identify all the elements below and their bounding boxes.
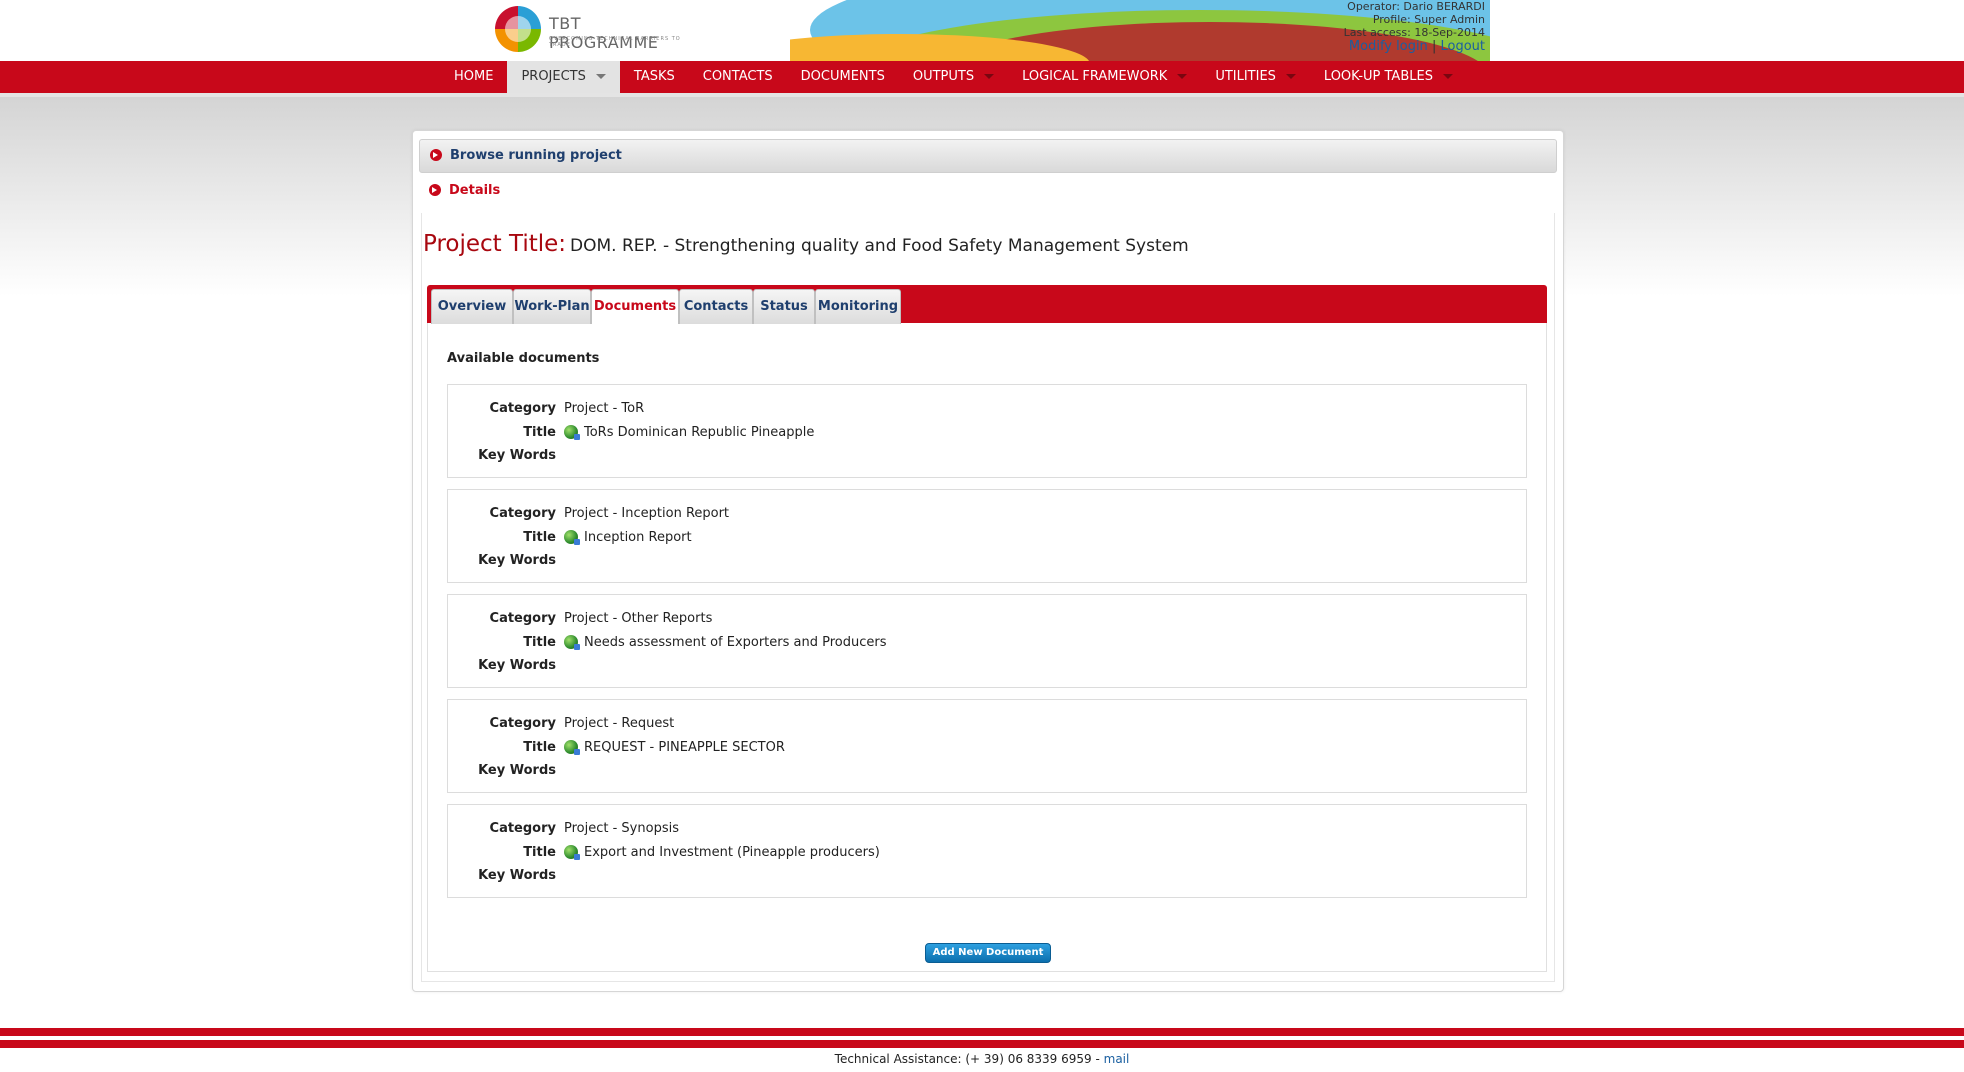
nav-item-label: HOME [454, 69, 494, 84]
document-title-value[interactable]: ToRs Dominican Republic Pineapple [584, 425, 814, 440]
details-accordion[interactable]: Details [419, 175, 1555, 207]
document-title-value[interactable]: Export and Investment (Pineapple produce… [584, 845, 880, 860]
document-category-label: Category [489, 716, 556, 731]
nav-item-home[interactable]: HOME [440, 61, 507, 93]
nav-item-documents[interactable]: DOCUMENTS [787, 61, 899, 93]
nav-item-logical-framework[interactable]: LOGICAL FRAMEWORK [1008, 61, 1201, 93]
main-nav: HOME PROJECTS TASKS CONTACTS DOCUMENTS OUTPUT… [0, 61, 1964, 97]
profile-text: Profile: Super Admin [1372, 13, 1485, 26]
document-category-value: Project - Inception Report [564, 506, 730, 521]
document-title-value[interactable]: REQUEST - PINEAPPLE SECTOR [584, 740, 785, 755]
browse-label: Browse running project [450, 148, 622, 163]
add-new-document-button[interactable]: Add New Document [925, 943, 1051, 963]
nav-item-label: PROJECTS [521, 69, 586, 84]
dropdown-caret-icon [984, 74, 995, 79]
document-keywords-label: Key Words [478, 553, 556, 568]
project-title: Project Title: DOM. REP. - Strengthening … [423, 231, 1189, 257]
logo-mark-icon [495, 6, 541, 52]
nav-item-label: TASKS [633, 69, 675, 84]
document-title-label: Title [523, 740, 556, 755]
document-title-label: Title [523, 845, 556, 860]
download-globe-icon[interactable] [564, 634, 580, 650]
tab-monitoring[interactable]: Monitoring [815, 289, 901, 324]
nav-item-utilities[interactable]: UTILITIES [1201, 61, 1310, 93]
document-card: Category Project - ToR Title ToRs Dominican… [447, 384, 1527, 478]
tab-work-plan[interactable]: Work-Plan [513, 289, 591, 324]
document-category-label: Category [489, 611, 556, 626]
tab-documents[interactable]: Documents [591, 289, 679, 324]
document-keywords-label: Key Words [478, 658, 556, 673]
dropdown-caret-icon [595, 74, 606, 79]
document-category-value: Project - Other Reports [564, 611, 713, 626]
details-label: Details [449, 183, 501, 198]
project-title-value: DOM. REP. - Strengthening quality and Fo… [570, 236, 1189, 256]
document-card: Category Project - Synopsis Title Export an… [447, 804, 1527, 898]
operator-text: Operator: Dario BERARDI [1347, 0, 1485, 13]
document-title-label: Title [523, 425, 556, 440]
tab-status[interactable]: Status [753, 289, 815, 324]
document-card: Category Project - Other Reports Title Need… [447, 594, 1527, 688]
nav-item-outputs[interactable]: OUTPUTS [899, 61, 1008, 93]
nav-item-tasks[interactable]: TASKS [620, 61, 689, 93]
expand-arrow-icon [430, 148, 442, 161]
tab-contacts[interactable]: Contacts [679, 289, 753, 324]
project-title-label: Project Title: [423, 231, 567, 257]
document-card: Category Project - Request Title REQUEST - … [447, 699, 1527, 793]
document-category-value: Project - ToR [564, 401, 645, 416]
nav-item-label: OUTPUTS [912, 69, 975, 84]
nav-item-label: CONTACTS [702, 69, 773, 84]
user-info: Operator: Dario BERARDI Profile: Super A… [1344, 0, 1485, 53]
download-globe-icon[interactable] [564, 739, 580, 755]
nav-item-projects[interactable]: PROJECTS [507, 61, 620, 93]
dropdown-caret-icon [1177, 74, 1188, 79]
document-title-value[interactable]: Needs assessment of Exporters and Produc… [584, 635, 887, 650]
tbt-logo[interactable]: TBT PROGRAMME OVERCOMING TECHNICAL BARRI… [495, 6, 695, 56]
document-title-label: Title [523, 530, 556, 545]
tab-overview[interactable]: Overview [431, 289, 513, 324]
download-globe-icon[interactable] [564, 529, 580, 545]
document-keywords-label: Key Words [478, 448, 556, 463]
site-header: TBT PROGRAMME OVERCOMING TECHNICAL BARRI… [0, 0, 1964, 61]
content-panel: Browse running project Details Project T… [412, 130, 1564, 992]
modify-login-link[interactable]: Modify login [1349, 39, 1428, 54]
link-separator: | [1431, 39, 1437, 54]
footer-bar [0, 1028, 1964, 1036]
logo-tagline: OVERCOMING TECHNICAL BARRIERS TO TRADE [549, 36, 681, 48]
available-documents-heading: Available documents [447, 351, 600, 366]
document-category-value: Project - Request [564, 716, 675, 731]
document-title-value[interactable]: Inception Report [584, 530, 692, 545]
document-category-value: Project - Synopsis [564, 821, 679, 836]
nav-item-look-up-tables[interactable]: LOOK-UP TABLES [1310, 61, 1467, 93]
document-title-label: Title [523, 635, 556, 650]
document-category-label: Category [489, 401, 556, 416]
dropdown-caret-icon [1285, 74, 1296, 79]
nav-item-label: DOCUMENTS [800, 69, 885, 84]
browse-running-project-accordion[interactable]: Browse running project [419, 139, 1557, 173]
footer-bar [0, 1040, 1964, 1048]
project-tabs: Overview Work-Plan Documents Contacts Status… [427, 285, 1547, 324]
document-category-label: Category [489, 821, 556, 836]
download-globe-icon[interactable] [564, 424, 580, 440]
expand-arrow-icon [429, 183, 441, 196]
nav-item-label: LOGICAL FRAMEWORK [1022, 69, 1168, 84]
nav-item-label: LOOK-UP TABLES [1323, 69, 1433, 84]
document-keywords-label: Key Words [478, 868, 556, 883]
nav-item-contacts[interactable]: CONTACTS [689, 61, 787, 93]
logout-link[interactable]: Logout [1440, 39, 1485, 54]
document-keywords-label: Key Words [478, 763, 556, 778]
dropdown-caret-icon [1442, 74, 1453, 79]
footer-text: Technical Assistance: (+ 39) 06 8339 695… [0, 1052, 1964, 1066]
document-card: Category Project - Inception Report Title I… [447, 489, 1527, 583]
document-category-label: Category [489, 506, 556, 521]
mail-link[interactable]: mail [1104, 1052, 1130, 1066]
download-globe-icon[interactable] [564, 844, 580, 860]
technical-assistance-text: Technical Assistance: (+ 39) 06 8339 695… [834, 1052, 1104, 1066]
last-access-text: Last access: 18-Sep-2014 [1343, 26, 1485, 39]
nav-item-label: UTILITIES [1215, 69, 1276, 84]
